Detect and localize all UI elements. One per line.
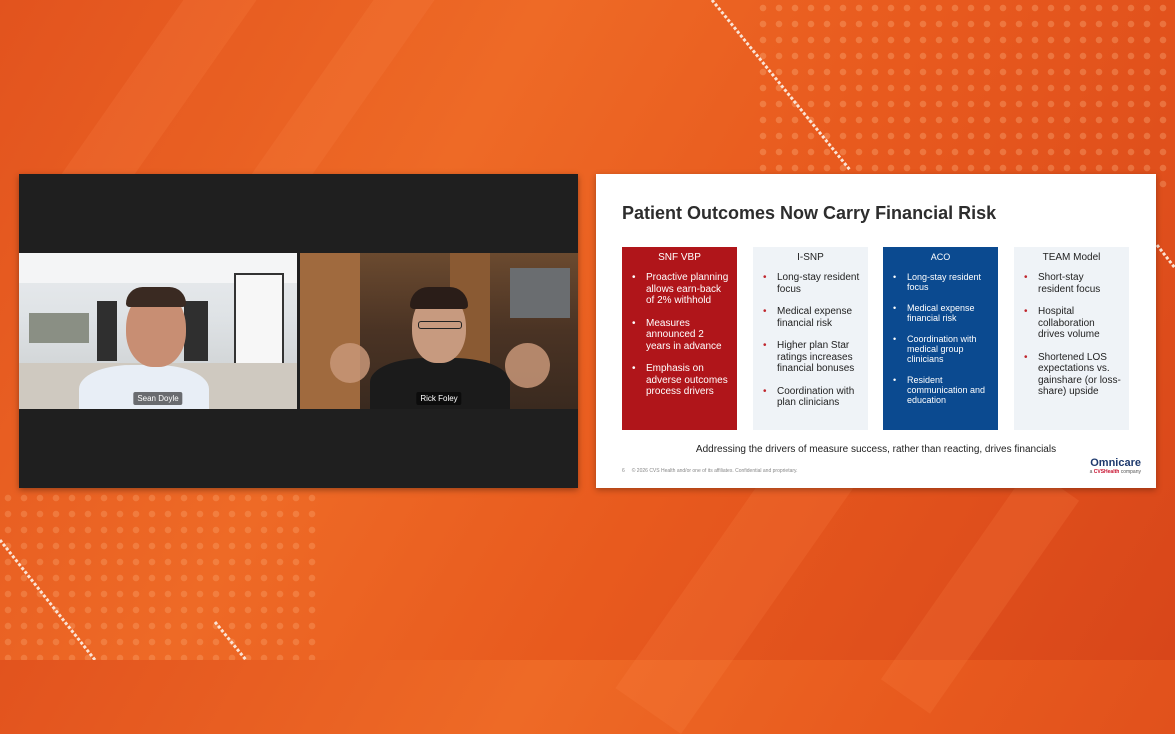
list-item: Higher plan Star ratings increases finan… <box>763 340 860 375</box>
copyright-text: © 2026 CVS Health and/or one of its affi… <box>631 468 798 474</box>
participant-tile-rick-foley[interactable]: Rick Foley <box>300 253 578 409</box>
card-snf-vbp: SNF VBP Proactive planning allows earn-b… <box>622 247 737 430</box>
list-item: Measures announced 2 years in advance <box>632 318 729 353</box>
slide-title: Patient Outcomes Now Carry Financial Ris… <box>622 203 997 223</box>
card-aco: ACO Long-stay resident focus Medical exp… <box>883 247 998 430</box>
list-item: Emphasis on adverse outcomes process dri… <box>632 363 729 398</box>
brand-subline: a CVSHealth company <box>1089 469 1141 475</box>
list-item: Long-stay resident focus <box>763 272 860 295</box>
card-header: TEAM Model <box>1042 252 1101 263</box>
dot-pattern <box>0 490 320 660</box>
dot-pattern <box>755 0 1175 190</box>
video-call-window: Sean Doyle Rick Foley <box>19 174 578 488</box>
list-item: Coordination with plan clinicians <box>763 386 860 409</box>
list-item: Medical expense financial risk <box>893 303 990 323</box>
list-item: Long-stay resident focus <box>893 272 990 292</box>
list-item: Proactive planning allows earn-back of 2… <box>632 272 729 307</box>
slide-footer: 6 © 2026 CVS Health and/or one of its af… <box>622 468 798 474</box>
list-item: Medical expense financial risk <box>763 306 860 329</box>
shared-slide: Patient Outcomes Now Carry Financial Ris… <box>596 174 1156 488</box>
list-item: Short-stay resident focus <box>1024 272 1121 295</box>
omnicare-logo: Omnicare a CVSHealth company <box>1090 457 1141 475</box>
card-header: ACO <box>930 252 951 262</box>
card-header: SNF VBP <box>658 252 701 263</box>
list-item: Coordination with medical group clinicia… <box>893 334 990 364</box>
participant-tile-sean-doyle[interactable]: Sean Doyle <box>19 253 297 409</box>
card-header: I-SNP <box>797 252 824 263</box>
list-item: Resident communication and education <box>893 375 990 405</box>
page-number: 6 <box>622 468 625 474</box>
list-item: Shortened LOS expectations vs. gainshare… <box>1024 352 1121 398</box>
participant-name-label: Rick Foley <box>416 392 462 405</box>
card-i-snp: I-SNP Long-stay resident focus Medical e… <box>753 247 868 430</box>
participant-name-label: Sean Doyle <box>133 392 183 405</box>
slide-tagline: Addressing the drivers of measure succes… <box>695 444 1057 455</box>
brand-name: Omnicare <box>1090 457 1141 469</box>
card-team-model: TEAM Model Short-stay resident focus Hos… <box>1014 247 1129 430</box>
list-item: Hospital collaboration drives volume <box>1024 306 1121 341</box>
